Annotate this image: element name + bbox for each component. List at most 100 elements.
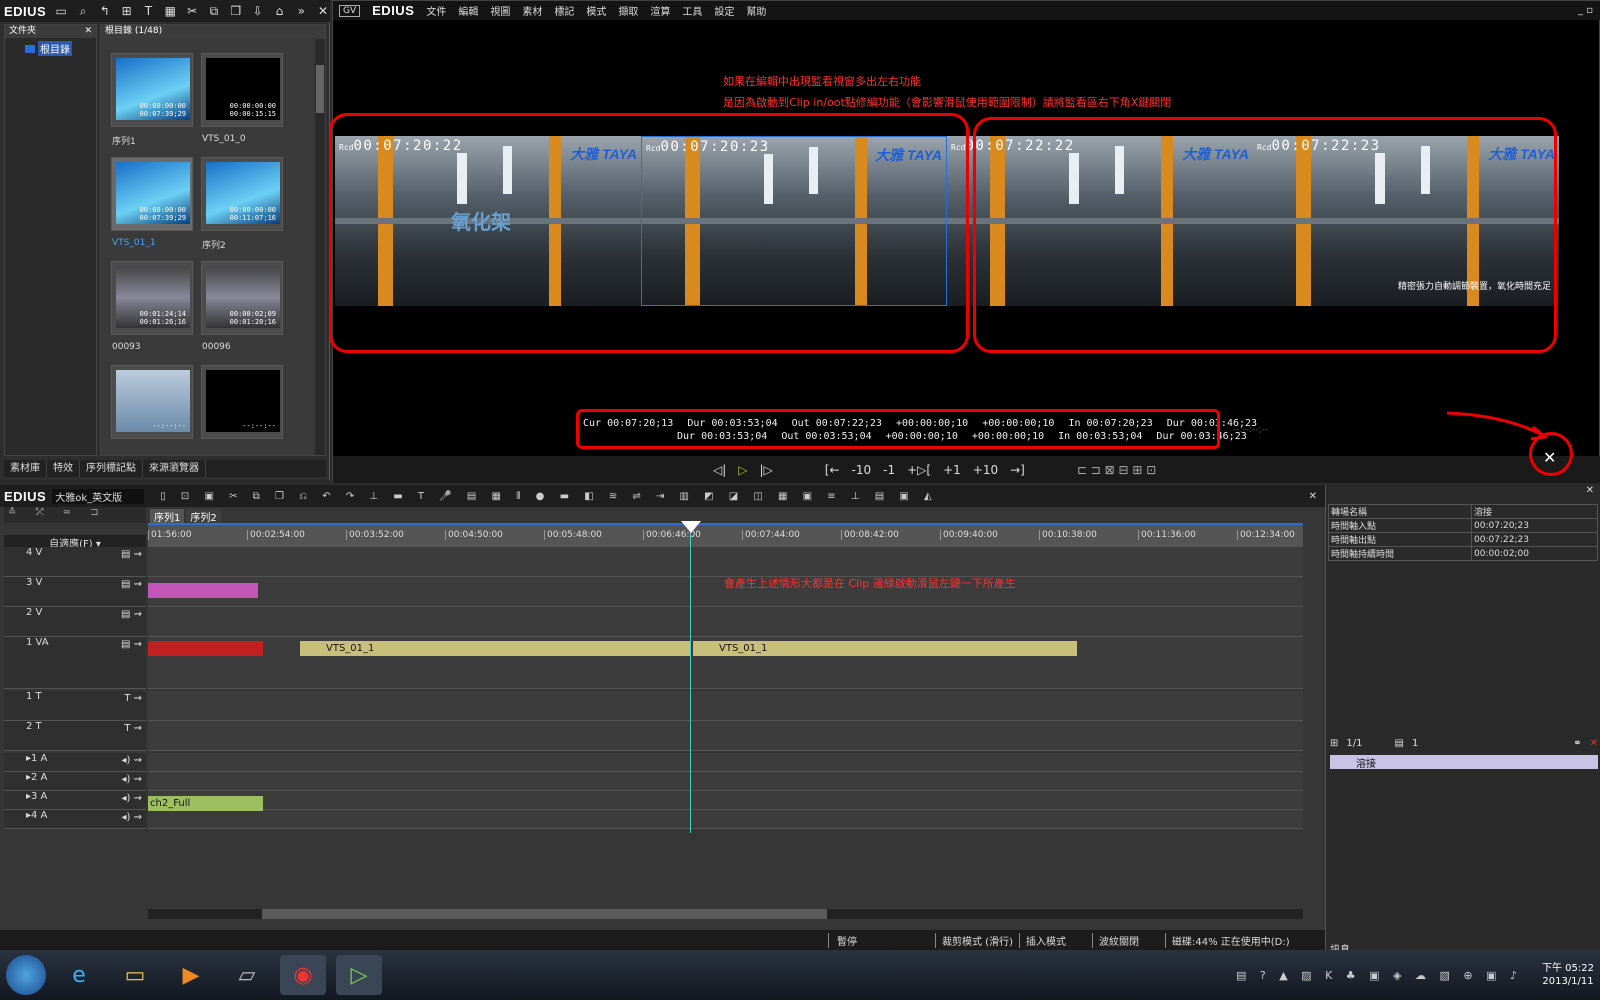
play-around-button[interactable]: +▷[	[907, 463, 931, 477]
clip-thumbnail[interactable]: --:--:--	[111, 365, 193, 439]
add-effect-icon[interactable]: ⊞	[1330, 738, 1338, 749]
track-header[interactable]: ▸3 A ◂) ⇝	[4, 791, 146, 810]
track-header[interactable]: 4 V ▤ ⇝	[4, 547, 146, 577]
clip-thumbnail[interactable]: 00:00:00:00 00:11:07;16 序列2	[201, 157, 283, 251]
track-lane[interactable]	[148, 547, 1303, 577]
menu-marker[interactable]: 標記	[554, 3, 574, 18]
sequence-icon[interactable]: ⇩	[251, 4, 265, 18]
clip-pane-scrollbar[interactable]	[315, 39, 325, 455]
menu-help[interactable]: 幫助	[746, 3, 766, 18]
close-trim-button[interactable]: ✕	[1543, 448, 1556, 467]
clip-audio-3a[interactable]: ch2_Full	[148, 796, 263, 811]
copy-icon[interactable]: ⧉	[207, 4, 221, 18]
menu-render[interactable]: 渲算	[650, 3, 670, 18]
media-player-icon[interactable]: ▶	[168, 955, 214, 995]
menu-clip[interactable]: 素材	[522, 3, 542, 18]
ie-icon[interactable]: e	[56, 955, 102, 995]
time-ruler[interactable]: 01:56:00 00:02:54:00 00:03:52:00 00:04:50:0…	[148, 523, 1303, 547]
ruler-tick: 01:56:00	[148, 530, 191, 540]
plus-10-button[interactable]: +10	[973, 463, 998, 477]
tray-icons[interactable]: ▤ ? ▲ ▨ K ♣ ▣ ◈ ☁ ▧ ⊕ ▣ ♪	[1236, 969, 1522, 982]
trim-mode-icons[interactable]: ⊏ ⊐ ⊠ ⊟ ⊞ ⊡	[1077, 463, 1156, 477]
menu-edit[interactable]: 編輯	[458, 3, 478, 18]
clip-thumbnail[interactable]: 00:00:00:00 00:00:15:15 VTS_01_0	[201, 53, 283, 144]
track-lane[interactable]	[148, 810, 1303, 829]
tab-sequence-markers[interactable]: 序列標記點	[80, 460, 143, 477]
plus-1-button[interactable]: +1	[943, 463, 961, 477]
effect-list-item[interactable]: 溶接	[1330, 755, 1598, 770]
tab-effects[interactable]: 特效	[47, 460, 80, 477]
next-frame-button[interactable]: |▷	[760, 463, 773, 477]
start-button[interactable]	[6, 955, 46, 995]
tab-source-browser[interactable]: 來源瀏覽器	[143, 460, 206, 477]
menu-tools[interactable]: 工具	[682, 3, 702, 18]
menu-settings[interactable]: 設定	[714, 3, 734, 18]
track-toolbar[interactable]: ≛ ⤱ ≈ ⊐	[4, 507, 146, 523]
recorder-menubar: GV EDIUS 文件 編輯 視圖 素材 標記 模式 擷取 渲算 工具 設定 幫…	[333, 1, 1600, 20]
minus-1-button[interactable]: -1	[883, 463, 895, 477]
track-lane[interactable]	[148, 753, 1303, 772]
window-controls[interactable]: _ ▫	[1578, 5, 1593, 16]
menu-capture[interactable]: 擷取	[618, 3, 638, 18]
layer-icon[interactable]: ▤	[1394, 738, 1403, 749]
clip-thumbnail[interactable]: 00:01:24;14 00:01:26;16 00093	[111, 261, 193, 352]
clip-thumbnail[interactable]: --:--:--	[201, 365, 283, 439]
title-icon[interactable]: T	[142, 4, 156, 18]
track-header[interactable]: 1 VA ▤ ⇝	[4, 637, 146, 689]
tab-sequence-2[interactable]: 序列2	[186, 509, 221, 524]
clip-thumbnail[interactable]: 00:00:00:00 00:07:39;29 VTS_01_1	[111, 157, 193, 248]
clip-thumbnail[interactable]: 00:00:02;09 00:01:20;16 00096	[201, 261, 283, 352]
link-icon[interactable]: ⚭	[1573, 738, 1581, 749]
close-icon[interactable]: ✕	[1326, 485, 1600, 496]
add-clip-icon[interactable]: ⊞	[120, 4, 134, 18]
annotation-line-2: 是因為啟動到Clip in/oot點修編功能（會影響滑鼠使用範圍限制）請將監看區…	[723, 96, 1172, 109]
delete-icon[interactable]: ⌂	[273, 4, 287, 18]
timeline-hscrollbar[interactable]	[148, 909, 1303, 919]
edius-icon[interactable]: ▷	[336, 955, 382, 995]
clock[interactable]: 下午 05:22 2013/1/11	[1542, 962, 1594, 988]
track-header[interactable]: 3 V ▤ ⇝	[4, 577, 146, 607]
close-icon[interactable]: ✕	[1309, 491, 1317, 502]
clip-vts-01-1-a[interactable]: VTS_01_1	[300, 641, 690, 656]
paste-icon[interactable]: ❐	[229, 4, 243, 18]
prev-frame-button[interactable]: ◁|	[713, 463, 726, 477]
jump-out-button[interactable]: →]	[1010, 463, 1025, 477]
track-lane[interactable]	[148, 791, 1303, 810]
search-icon[interactable]: ⌕	[76, 4, 90, 18]
clip-vts-01-1-b[interactable]: VTS_01_1	[693, 641, 1077, 656]
close-icon[interactable]: ✕	[316, 4, 330, 18]
timeline-tool-icons[interactable]: ▯ ⊡ ▣ ✂ ⧉ ❐ ⎌ ↶ ↷ ⊥ ▬ T 🎤 ▤ ▦ ⦀ ● ▬ ◧ ≋ …	[160, 491, 937, 502]
playhead-handle[interactable]	[681, 521, 701, 533]
app-icon[interactable]: ▱	[224, 955, 270, 995]
cut-icon[interactable]: ✂	[185, 4, 199, 18]
delete-effect-icon[interactable]: ✕	[1590, 738, 1598, 749]
track-lane[interactable]	[148, 772, 1303, 791]
menu-file[interactable]: 文件	[426, 3, 446, 18]
track-lane[interactable]	[148, 607, 1303, 637]
tab-sequence-1[interactable]: 序列1	[150, 509, 185, 524]
track-header[interactable]: ▸1 A ◂) ⇝	[4, 753, 146, 772]
chrome-icon[interactable]: ◉	[280, 955, 326, 995]
root-folder-item[interactable]: 根目錄	[25, 41, 96, 56]
color-bar-icon[interactable]: ▦	[163, 4, 177, 18]
folder-icon[interactable]: ▭	[54, 4, 68, 18]
track-header[interactable]: ▸4 A ◂) ⇝	[4, 810, 146, 829]
clip-1va-red[interactable]	[148, 641, 263, 656]
menu-mode[interactable]: 模式	[586, 3, 606, 18]
play-button[interactable]: ▷	[738, 463, 747, 477]
tab-library[interactable]: 素材庫	[4, 460, 47, 477]
track-header[interactable]: 1 TT ⇝	[4, 691, 146, 721]
minus-10-button[interactable]: -10	[852, 463, 872, 477]
clip-3v[interactable]	[148, 583, 258, 598]
jump-in-button[interactable]: [←	[825, 463, 840, 477]
track-header[interactable]: ▸2 A ◂) ⇝	[4, 772, 146, 791]
track-header[interactable]: 2 TT ⇝	[4, 721, 146, 751]
up-folder-icon[interactable]: ↰	[98, 4, 112, 18]
clip-thumbnail[interactable]: 00:00:00:00 00:07:39;29 序列1	[111, 53, 193, 147]
track-lane[interactable]	[148, 721, 1303, 751]
more-icon[interactable]: »	[294, 4, 308, 18]
menu-view[interactable]: 視圖	[490, 3, 510, 18]
track-header[interactable]: 2 V ▤ ⇝	[4, 607, 146, 637]
explorer-icon[interactable]: ▭	[112, 955, 158, 995]
track-lane[interactable]	[148, 691, 1303, 721]
